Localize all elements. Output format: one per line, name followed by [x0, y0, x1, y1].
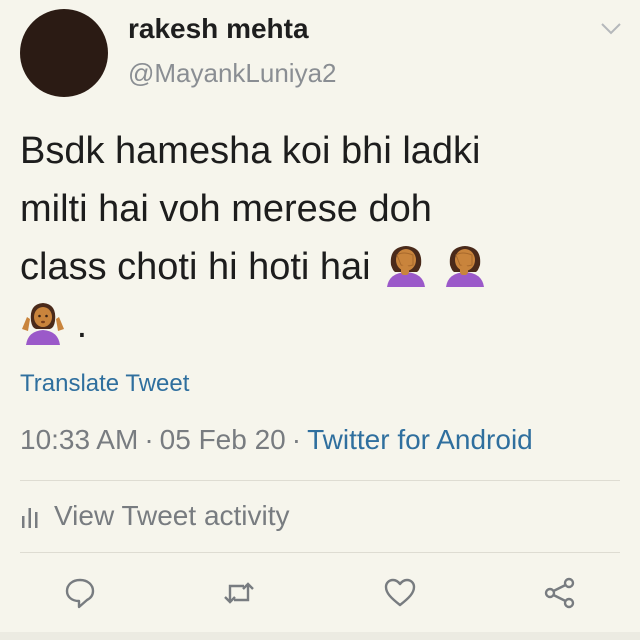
action-bar: [0, 570, 640, 620]
author-name[interactable]: rakesh mehta: [128, 13, 309, 45]
author-handle[interactable]: @MayankLuniya2: [128, 58, 337, 89]
tweet-text-segment: .: [76, 304, 88, 346]
reply-icon[interactable]: [63, 576, 97, 610]
view-tweet-activity-label: View Tweet activity: [54, 500, 290, 531]
separator: ·: [291, 424, 302, 455]
like-icon[interactable]: [383, 576, 417, 610]
tweet-text-line: Bsdk hamesha koi bhi ladki: [20, 130, 481, 172]
divider: [20, 552, 620, 553]
translate-tweet-link[interactable]: Translate Tweet: [20, 370, 189, 398]
woman-shrugging-icon: [22, 303, 64, 345]
tweet-metadata: 10:33 AM · 05 Feb 20 · Twitter for Android: [20, 424, 533, 456]
tweet-text-line: class choti hi hoti hai: [20, 238, 620, 296]
bar-chart-icon: [22, 508, 38, 528]
separator: ·: [144, 424, 154, 455]
retweet-icon[interactable]: [222, 576, 256, 610]
woman-facepalming-icon: [445, 246, 484, 287]
tweet-source-link[interactable]: Twitter for Android: [307, 424, 533, 455]
divider: [0, 632, 640, 640]
tweet-date: 05 Feb 20: [159, 424, 286, 455]
view-tweet-activity-button[interactable]: View Tweet activity: [20, 500, 290, 532]
tweet-time: 10:33 AM: [20, 424, 139, 455]
woman-facepalming-icon: [387, 246, 426, 287]
divider: [20, 480, 620, 481]
tweet-text-segment: class choti hi hoti hai: [20, 246, 371, 288]
chevron-down-icon[interactable]: [600, 22, 622, 36]
avatar[interactable]: [20, 9, 108, 97]
share-icon[interactable]: [543, 576, 577, 610]
tweet-text-line: .: [20, 296, 620, 354]
tweet-text-line: milti hai voh merese doh: [20, 188, 432, 230]
tweet-text: Bsdk hamesha koi bhi ladki milti hai voh…: [20, 122, 620, 354]
